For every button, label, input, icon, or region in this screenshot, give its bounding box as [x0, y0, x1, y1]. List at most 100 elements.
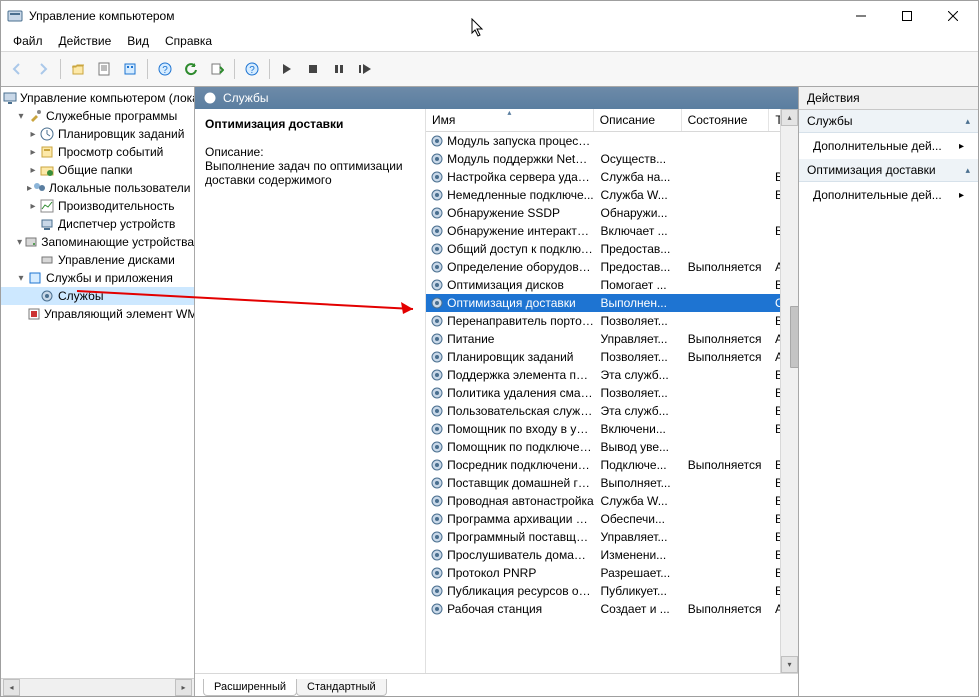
- tree-system-tools[interactable]: ▾ Служебные программы: [1, 107, 194, 125]
- col-state[interactable]: Состояние: [682, 109, 770, 131]
- tree-hscrollbar[interactable]: ◂ ▸: [1, 678, 194, 696]
- scroll-up-icon[interactable]: ▴: [781, 109, 798, 126]
- tree-local-users[interactable]: ▸ Локальные пользователи и: [1, 179, 194, 197]
- gear-icon: [429, 349, 444, 365]
- tree-label: Управление дисками: [58, 253, 175, 267]
- tree-device-manager[interactable]: Диспетчер устройств: [1, 215, 194, 233]
- cell-desc: Изменени...: [600, 548, 687, 562]
- service-row[interactable]: Обнаружение интерактив...Включает ...Вр: [426, 222, 798, 240]
- cell-desc: Создает и ...: [600, 602, 687, 616]
- list-body[interactable]: Модуль запуска процессо...Модуль поддерж…: [426, 132, 798, 673]
- maximize-button[interactable]: [884, 1, 930, 31]
- menu-file[interactable]: Файл: [5, 32, 51, 50]
- service-row[interactable]: Перенаправитель портов ...Позволяет...Вр: [426, 312, 798, 330]
- tree-shared-folders[interactable]: ▸ Общие папки: [1, 161, 194, 179]
- gear-icon: [429, 601, 444, 617]
- cell-desc: Служба W...: [600, 494, 687, 508]
- menu-help[interactable]: Справка: [157, 32, 220, 50]
- scroll-thumb[interactable]: [790, 306, 799, 368]
- service-row[interactable]: Определение оборудован...Предостав...Вып…: [426, 258, 798, 276]
- service-row[interactable]: ПитаниеУправляет...ВыполняетсяА: [426, 330, 798, 348]
- tb-back-button[interactable]: [5, 57, 29, 81]
- actions-section-selected[interactable]: Оптимизация доставки▴: [799, 159, 978, 182]
- cell-name: Посредник подключений ...: [447, 458, 600, 472]
- cell-name: Программный поставщик...: [447, 530, 600, 544]
- service-row[interactable]: Настройка сервера удален...Служба на...В…: [426, 168, 798, 186]
- tree-root[interactable]: Управление компьютером (локаль: [1, 89, 194, 107]
- scroll-left-icon[interactable]: ◂: [3, 679, 20, 696]
- tools-icon: [27, 108, 43, 124]
- service-row[interactable]: Планировщик заданийПозволяет...Выполняет…: [426, 348, 798, 366]
- tb-restart-button[interactable]: [353, 57, 377, 81]
- cell-desc: Помогает ...: [600, 278, 687, 292]
- service-row[interactable]: Немедленные подключе...Служба W...Вр: [426, 186, 798, 204]
- service-row[interactable]: Пользовательская служба...Эта служб...Вр: [426, 402, 798, 420]
- tb-properties-button[interactable]: [92, 57, 116, 81]
- actions-pane: Действия Службы▴ Дополнительные дей...▸ …: [798, 87, 978, 696]
- action-more-1[interactable]: Дополнительные дей...▸: [799, 133, 978, 159]
- gear-icon: [429, 385, 444, 401]
- menu-action[interactable]: Действие: [51, 32, 120, 50]
- col-desc[interactable]: Описание: [594, 109, 682, 131]
- service-row[interactable]: Протокол PNRPРазрешает...Вр: [426, 564, 798, 582]
- close-button[interactable]: [930, 1, 976, 31]
- service-row[interactable]: Модуль поддержки NetBI...Осуществ...: [426, 150, 798, 168]
- gear-icon: [429, 583, 444, 599]
- tree-services-apps[interactable]: ▾ Службы и приложения: [1, 269, 194, 287]
- tree-storage[interactable]: ▾ Запоминающие устройства: [1, 233, 194, 251]
- tree-services[interactable]: Службы: [1, 287, 194, 305]
- window-buttons: [838, 1, 976, 31]
- service-row[interactable]: Программный поставщик...Управляет...Вр: [426, 528, 798, 546]
- scroll-right-icon[interactable]: ▸: [175, 679, 192, 696]
- tb-stop-button[interactable]: [301, 57, 325, 81]
- action-more-2[interactable]: Дополнительные дей...▸: [799, 182, 978, 208]
- tree-task-scheduler[interactable]: ▸ Планировщик заданий: [1, 125, 194, 143]
- menu-view[interactable]: Вид: [119, 32, 157, 50]
- tree-disk-mgmt[interactable]: Управление дисками: [1, 251, 194, 269]
- service-row[interactable]: Поставщик домашней гру...Выполняет...Вр: [426, 474, 798, 492]
- gear-icon: [429, 367, 444, 383]
- service-row[interactable]: Помощник по подключен...Вывод уве...: [426, 438, 798, 456]
- service-row[interactable]: Модуль запуска процессо...: [426, 132, 798, 150]
- service-row[interactable]: Общий доступ к подключ...Предостав...: [426, 240, 798, 258]
- wmi-icon: [27, 306, 41, 322]
- detail-title: Оптимизация доставки: [205, 117, 415, 131]
- col-name[interactable]: ▴Имя: [426, 109, 594, 131]
- tb-forward-button[interactable]: [31, 57, 55, 81]
- service-row[interactable]: Программа архивации да...Обеспечи...Вр: [426, 510, 798, 528]
- tree-label: Планировщик заданий: [58, 127, 184, 141]
- services-list: ▴Имя Описание Состояние Ти Модуль запуск…: [426, 109, 798, 673]
- scroll-down-icon[interactable]: ▾: [781, 656, 798, 673]
- nav-tree[interactable]: Управление компьютером (локаль ▾ Служебн…: [1, 87, 194, 678]
- list-vscrollbar[interactable]: ▴ ▾: [780, 109, 798, 673]
- minimize-button[interactable]: [838, 1, 884, 31]
- tab-extended[interactable]: Расширенный: [203, 679, 297, 696]
- tb-export-button[interactable]: [118, 57, 142, 81]
- tb-play-button[interactable]: [275, 57, 299, 81]
- tree-performance[interactable]: ▸ Производительность: [1, 197, 194, 215]
- service-row[interactable]: Рабочая станцияСоздает и ...ВыполняетсяА: [426, 600, 798, 618]
- service-row[interactable]: Поддержка элемента пане...Эта служб...Вр: [426, 366, 798, 384]
- tb-refresh-button[interactable]: [179, 57, 203, 81]
- service-row[interactable]: Обнаружение SSDPОбнаружи...: [426, 204, 798, 222]
- service-row[interactable]: Оптимизация доставкиВыполнен...О: [426, 294, 798, 312]
- service-row[interactable]: Политика удаления смарт...Позволяет...Вр: [426, 384, 798, 402]
- service-row[interactable]: Помощник по входу в уче...Включени...Вр: [426, 420, 798, 438]
- service-row[interactable]: Публикация ресурсов об...Публикует...Вр: [426, 582, 798, 600]
- service-row[interactable]: Посредник подключений ...Подключе...Выпо…: [426, 456, 798, 474]
- tb-help-button[interactable]: ?: [153, 57, 177, 81]
- tb-help2-button[interactable]: ?: [240, 57, 264, 81]
- actions-section-services[interactable]: Службы▴: [799, 110, 978, 133]
- tb-up-button[interactable]: [66, 57, 90, 81]
- service-row[interactable]: Проводная автонастройкаСлужба W...Вр: [426, 492, 798, 510]
- tree-event-viewer[interactable]: ▸ Просмотр событий: [1, 143, 194, 161]
- tab-standard[interactable]: Стандартный: [296, 679, 387, 696]
- service-row[interactable]: Прослушиватель домашн...Изменени...Вр: [426, 546, 798, 564]
- gear-icon: [429, 133, 444, 149]
- tb-export-list-button[interactable]: [205, 57, 229, 81]
- gear-icon: [429, 313, 444, 329]
- tree-wmi-control[interactable]: Управляющий элемент WM: [1, 305, 194, 323]
- list-header[interactable]: ▴Имя Описание Состояние Ти: [426, 109, 798, 132]
- tb-pause-button[interactable]: [327, 57, 351, 81]
- service-row[interactable]: Оптимизация дисковПомогает ...Вр: [426, 276, 798, 294]
